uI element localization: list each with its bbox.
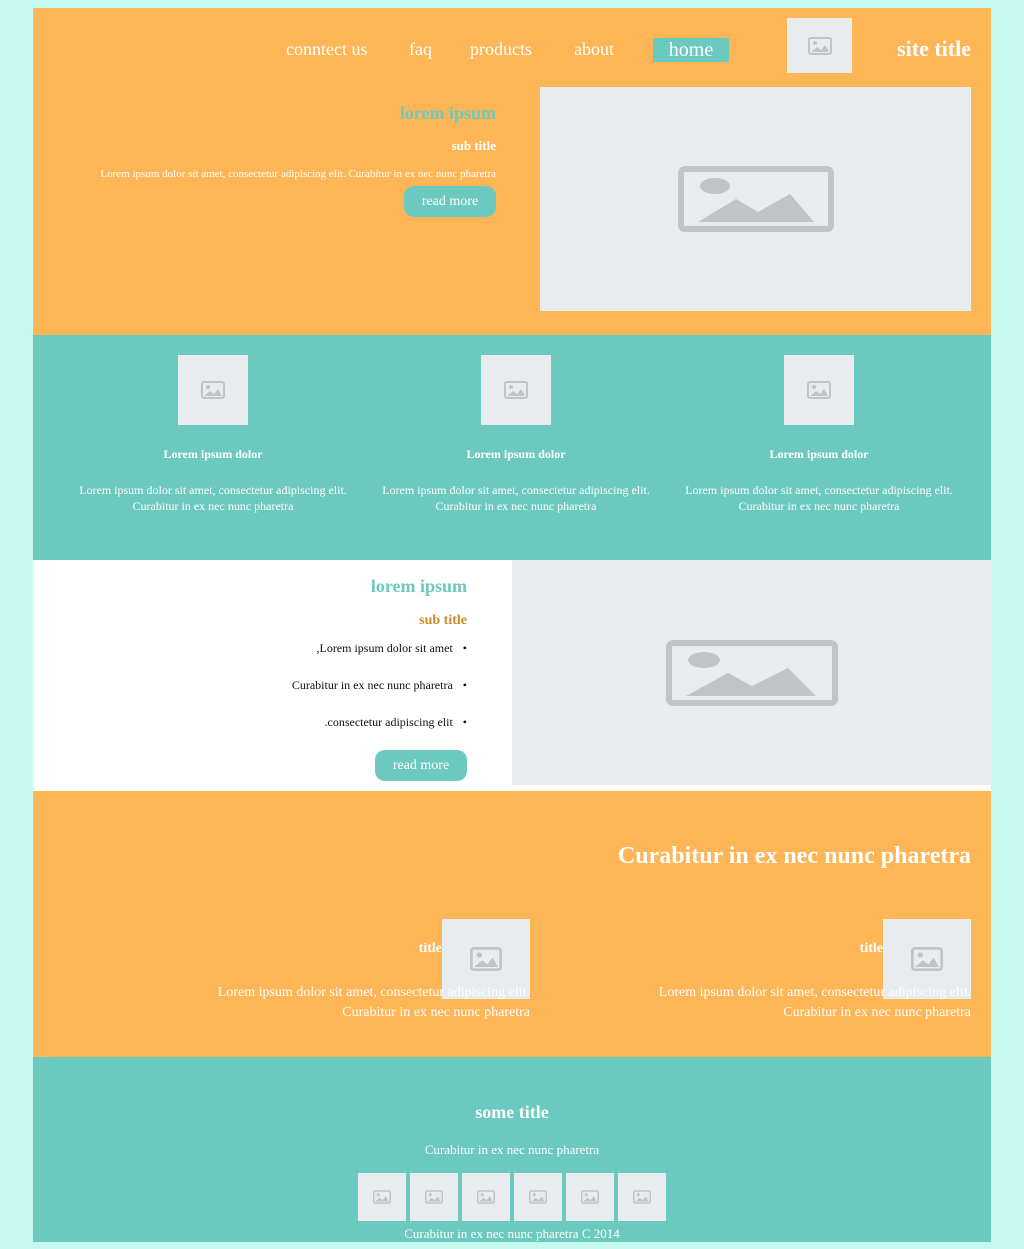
hero-read-more-button[interactable]: read more [404,186,496,217]
feature-card: Lorem ipsum dolor Lorem ipsum dolor sit … [669,355,969,514]
nav-faq[interactable]: faq [409,38,432,60]
footer-text: Curabitur in ex nec nunc pharetra [424,1142,600,1157]
image-icon[interactable] [566,1173,614,1221]
copyright-text: Curabitur in ex nec nunc pharetra C 2014 [404,1226,620,1241]
image-icon[interactable] [462,1173,510,1221]
image-icon[interactable] [410,1173,458,1221]
image-icon [784,355,854,425]
image-icon [481,355,551,425]
list-item: .consectetur adipiscing elit [292,715,467,730]
features-section: Lorem ipsum dolor Lorem ipsum dolor sit … [33,335,991,560]
feature-title: Lorem ipsum dolor [769,447,869,461]
promo-card-text: Lorem ipsum dolor sit amet, consectetur … [217,985,530,1020]
nav-home[interactable]: home [653,38,729,62]
about-image-icon [512,560,991,785]
promo-heading: Curabitur in ex nec nunc pharetra [617,843,971,869]
image-icon[interactable] [618,1173,666,1221]
promo-card: title Lorem ipsum dolor sit amet, consec… [511,919,971,1020]
about-list: ,Lorem ipsum dolor sit amet Curabitur in… [292,641,467,730]
promo-section: Curabitur in ex nec nunc pharetra title … [33,791,991,1057]
nav-contact-us[interactable]: conntect us [286,38,367,60]
page: conntect us faq products about home site… [33,8,991,1242]
hero-paragraph: Lorem ipsum dolor sit amet, consectetur … [100,168,496,180]
about-section: lorem ipsum sub title ,Lorem ipsum dolor… [33,560,991,785]
list-item: ,Lorem ipsum dolor sit amet [292,641,467,656]
nav-about[interactable]: about [574,38,614,60]
feature-card: Lorem ipsum dolor Lorem ipsum dolor sit … [63,355,363,514]
feature-title: Lorem ipsum dolor [466,447,566,461]
feature-text: Lorem ipsum dolor sit amet, consectetur … [382,483,650,513]
about-subtitle: sub title [419,613,467,628]
hero-heading: lorem ipsum [399,103,496,123]
site-title[interactable]: site title [897,36,971,62]
image-icon[interactable] [358,1173,406,1221]
promo-card-title: title [859,941,883,956]
promo-card-text: Lorem ipsum dolor sit amet, consectetur … [658,985,971,1020]
about-heading: lorem ipsum [370,576,467,596]
promo-card-title: title [418,941,442,956]
thumbnail-gallery [358,1173,666,1221]
logo-image-icon[interactable] [787,18,852,73]
about-read-more-button[interactable]: read more [375,750,467,781]
promo-card: title Lorem ipsum dolor sit amet, consec… [70,919,530,1020]
hero-image-icon [540,87,971,311]
hero-text: lorem ipsum sub title Lorem ipsum dolor … [100,103,496,217]
footer-heading: some title [475,1102,549,1122]
feature-text: Lorem ipsum dolor sit amet, consectetur … [79,483,347,513]
feature-text: Lorem ipsum dolor sit amet, consectetur … [685,483,953,513]
about-text: lorem ipsum sub title ,Lorem ipsum dolor… [292,576,467,781]
image-icon[interactable] [514,1173,562,1221]
feature-title: Lorem ipsum dolor [163,447,263,461]
list-item: Curabitur in ex nec nunc pharetra [292,678,467,693]
feature-card: Lorem ipsum dolor Lorem ipsum dolor sit … [366,355,666,514]
footer-section: some title Curabitur in ex nec nunc phar… [33,1057,991,1242]
image-icon [178,355,248,425]
hero-section: conntect us faq products about home site… [33,8,991,335]
hero-subtitle: sub title [451,138,496,153]
nav-products[interactable]: products [470,38,532,60]
